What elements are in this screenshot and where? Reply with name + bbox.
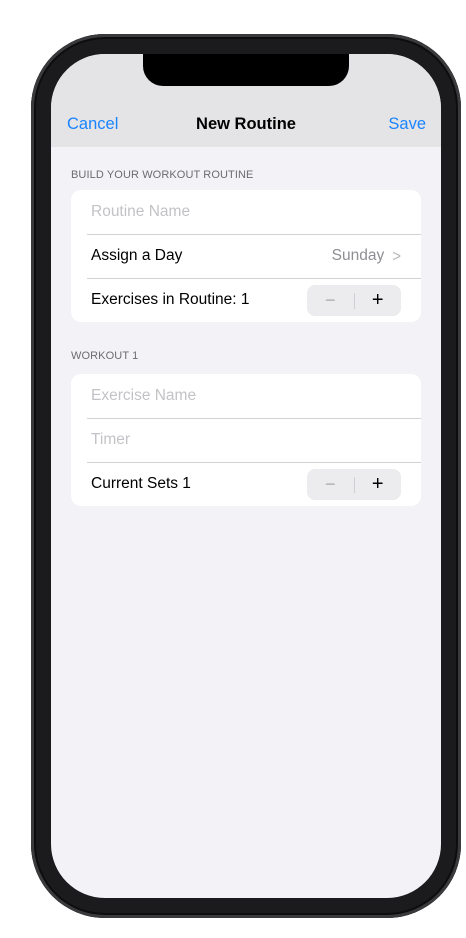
assign-day-row[interactable]: Assign a Day Sunday > [71, 234, 421, 278]
device-notch [143, 54, 349, 86]
routine-name-input[interactable] [91, 203, 401, 221]
chevron-right-icon: > [392, 246, 401, 266]
exercises-decrement-button[interactable]: − [307, 285, 354, 316]
save-button[interactable]: Save [388, 115, 426, 134]
routine-name-row [71, 190, 421, 234]
app-screen: Cancel New Routine Save BUILD YOUR WORKO… [51, 54, 441, 898]
exercises-count-row: Exercises in Routine: 1 − + [71, 278, 421, 322]
plus-icon: + [371, 473, 384, 495]
minus-icon: − [324, 474, 336, 494]
exercises-stepper: − + [307, 285, 401, 316]
current-sets-row: Current Sets 1 − + [71, 462, 421, 506]
timer-input[interactable] [91, 431, 401, 449]
assign-day-value-group: Sunday > [331, 246, 401, 266]
timer-row [71, 418, 421, 462]
section-header-workout: WORKOUT 1 [71, 350, 139, 362]
exercises-increment-button[interactable]: + [355, 285, 402, 316]
routine-settings-group: Assign a Day Sunday > Exercises in Routi… [71, 190, 421, 322]
section-header-build-routine: BUILD YOUR WORKOUT ROUTINE [71, 169, 254, 181]
sets-stepper: − + [307, 469, 401, 500]
workout-settings-group: Current Sets 1 − + [71, 374, 421, 506]
exercise-name-row [71, 374, 421, 418]
exercise-name-input[interactable] [91, 387, 401, 405]
sets-increment-button[interactable]: + [355, 469, 402, 500]
page-title: New Routine [196, 115, 296, 133]
assign-day-label: Assign a Day [91, 247, 183, 264]
minus-icon: − [324, 290, 336, 310]
assign-day-value: Sunday [331, 247, 385, 264]
plus-icon: + [371, 289, 384, 311]
sets-decrement-button[interactable]: − [307, 469, 354, 500]
